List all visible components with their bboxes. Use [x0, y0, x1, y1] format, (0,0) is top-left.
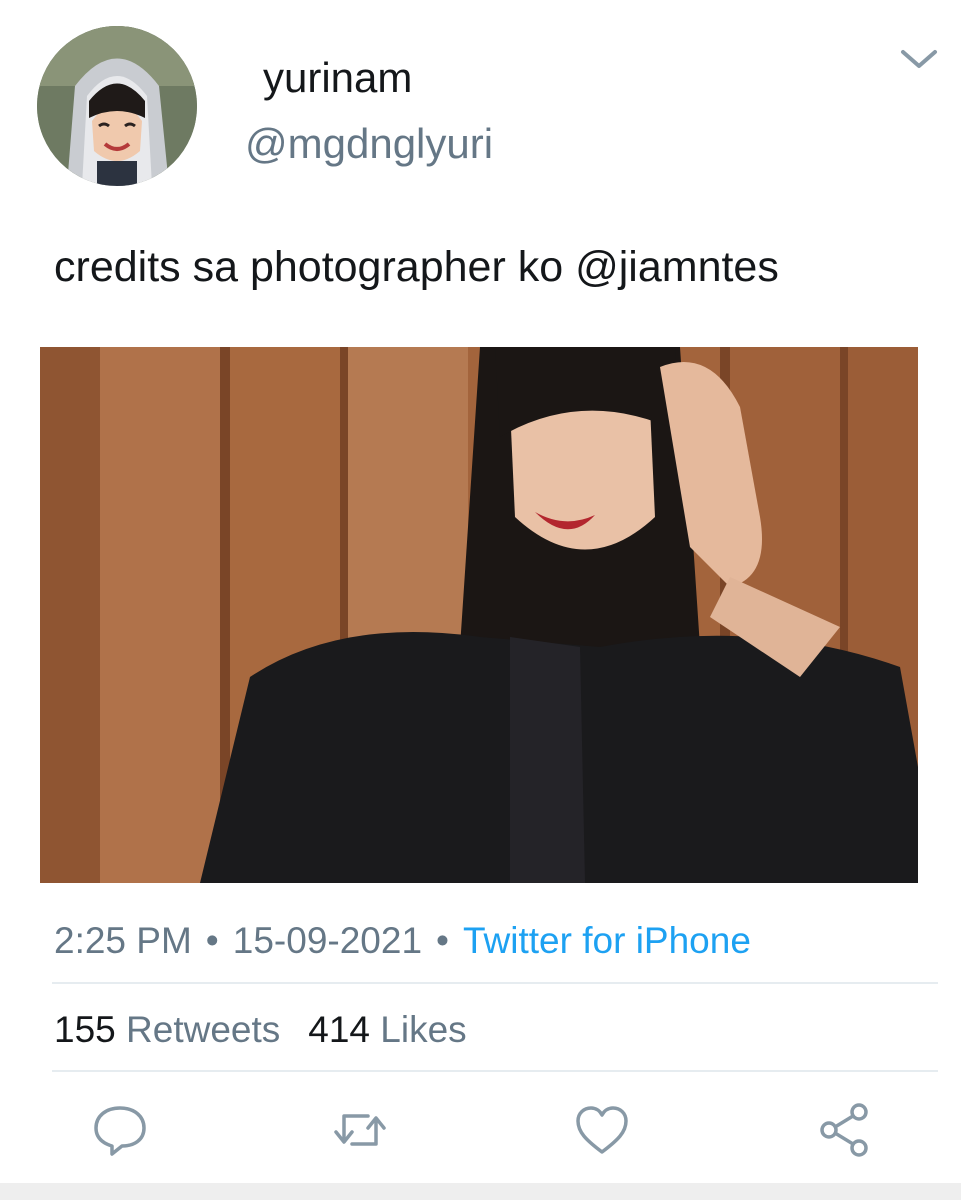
tweet-date: 15-09-2021: [232, 920, 423, 961]
display-name[interactable]: yurinam: [263, 52, 412, 104]
tweet-photo[interactable]: [40, 347, 918, 883]
tweet-stats: 155 Retweets 414 Likes: [54, 1006, 467, 1054]
retweet-icon[interactable]: [330, 1100, 390, 1160]
retweets-count: 155: [54, 1009, 116, 1050]
tweet-time: 2:25 PM: [54, 920, 192, 961]
tweet-meta: 2:25 PM • 15-09-2021 • Twitter for iPhone: [54, 917, 751, 965]
heart-icon[interactable]: [572, 1100, 632, 1160]
tweet-text: credits sa photographer ko @jiamntes: [54, 243, 779, 291]
retweets-stat[interactable]: 155 Retweets: [54, 1009, 280, 1050]
likes-count: 414: [308, 1009, 370, 1050]
chevron-down-icon[interactable]: [897, 44, 941, 74]
retweets-label: Retweets: [126, 1009, 281, 1050]
bottom-bar: [0, 1183, 961, 1200]
meta-separator: •: [205, 920, 219, 961]
avatar[interactable]: [37, 26, 197, 186]
likes-stat[interactable]: 414 Likes: [308, 1009, 466, 1050]
share-icon[interactable]: [815, 1100, 875, 1160]
meta-separator: •: [436, 920, 449, 961]
user-handle[interactable]: @mgdnglyuri: [245, 118, 493, 170]
tweet-source-link[interactable]: Twitter for iPhone: [463, 920, 751, 961]
reply-icon[interactable]: [90, 1100, 150, 1160]
divider: [52, 1070, 938, 1072]
likes-label: Likes: [380, 1009, 467, 1050]
divider: [52, 982, 938, 984]
